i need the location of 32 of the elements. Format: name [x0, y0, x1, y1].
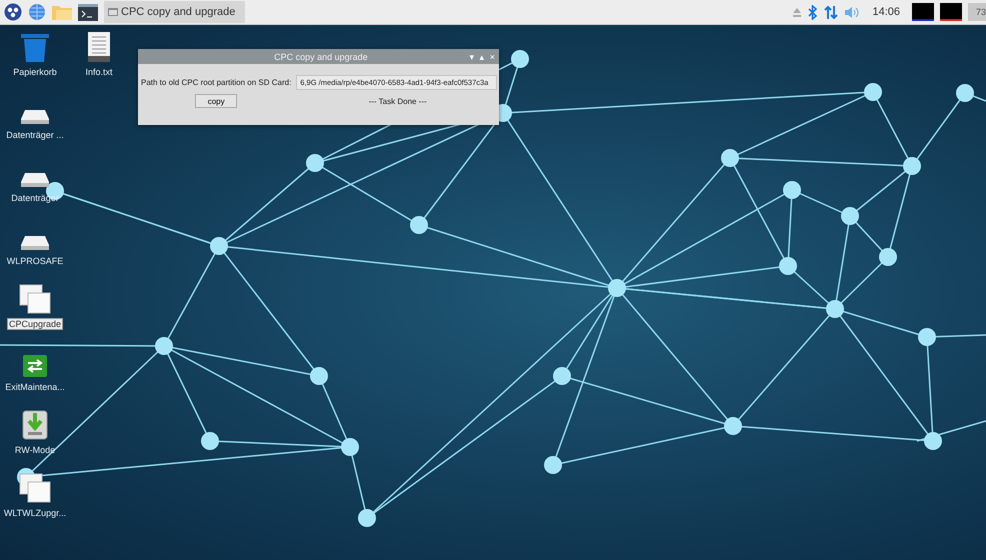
globe-icon[interactable]: [28, 3, 46, 21]
windows-icon: [19, 284, 51, 314]
copy-button[interactable]: copy: [195, 94, 238, 108]
window-title: CPC copy and upgrade: [273, 52, 369, 62]
raspberry-logo-icon[interactable]: [4, 3, 22, 21]
download-box-icon: [22, 410, 48, 440]
taskbar-window-button[interactable]: CPC copy and upgrade: [104, 1, 246, 23]
bluetooth-icon[interactable]: [808, 4, 818, 20]
window-icon: [108, 8, 118, 16]
desktop-icon-label[interactable]: CPCupgrade: [8, 319, 62, 329]
exchange-arrows-icon: [23, 355, 47, 377]
desktop-icon-label[interactable]: ExitMaintena...: [4, 382, 66, 392]
cut-off-label: 73: [968, 3, 986, 21]
desktop-icon-label[interactable]: Papierkorb: [12, 67, 58, 77]
network-arrows-icon[interactable]: [824, 4, 838, 20]
desktop-icon-label[interactable]: Info.txt: [84, 67, 114, 77]
trash-bin-icon: [21, 32, 49, 62]
desktop-icon-label[interactable]: Datenträger: [10, 193, 60, 203]
status-text: --- Task Done ---: [368, 96, 428, 106]
eject-icon[interactable]: [792, 7, 802, 17]
terminal-icon[interactable]: [78, 4, 98, 20]
desktop-icon-label[interactable]: WLPROSAFE: [6, 256, 64, 266]
clock[interactable]: 14:06: [872, 6, 900, 18]
volume-icon[interactable]: [844, 6, 860, 18]
windows-icon: [19, 473, 51, 503]
path-label: Path to old CPC root partition on SD Card:: [141, 78, 292, 87]
cpu-monitor-graph[interactable]: [912, 3, 934, 21]
desktop-icon-label[interactable]: RW-Mode: [14, 445, 56, 455]
desktop-icon-label[interactable]: Datenträger ...: [5, 130, 65, 140]
text-file-icon: [88, 32, 110, 62]
desktop-icon-label[interactable]: WLTWLZupgr...: [2, 508, 68, 518]
temperature-monitor-graph[interactable]: [940, 3, 962, 21]
